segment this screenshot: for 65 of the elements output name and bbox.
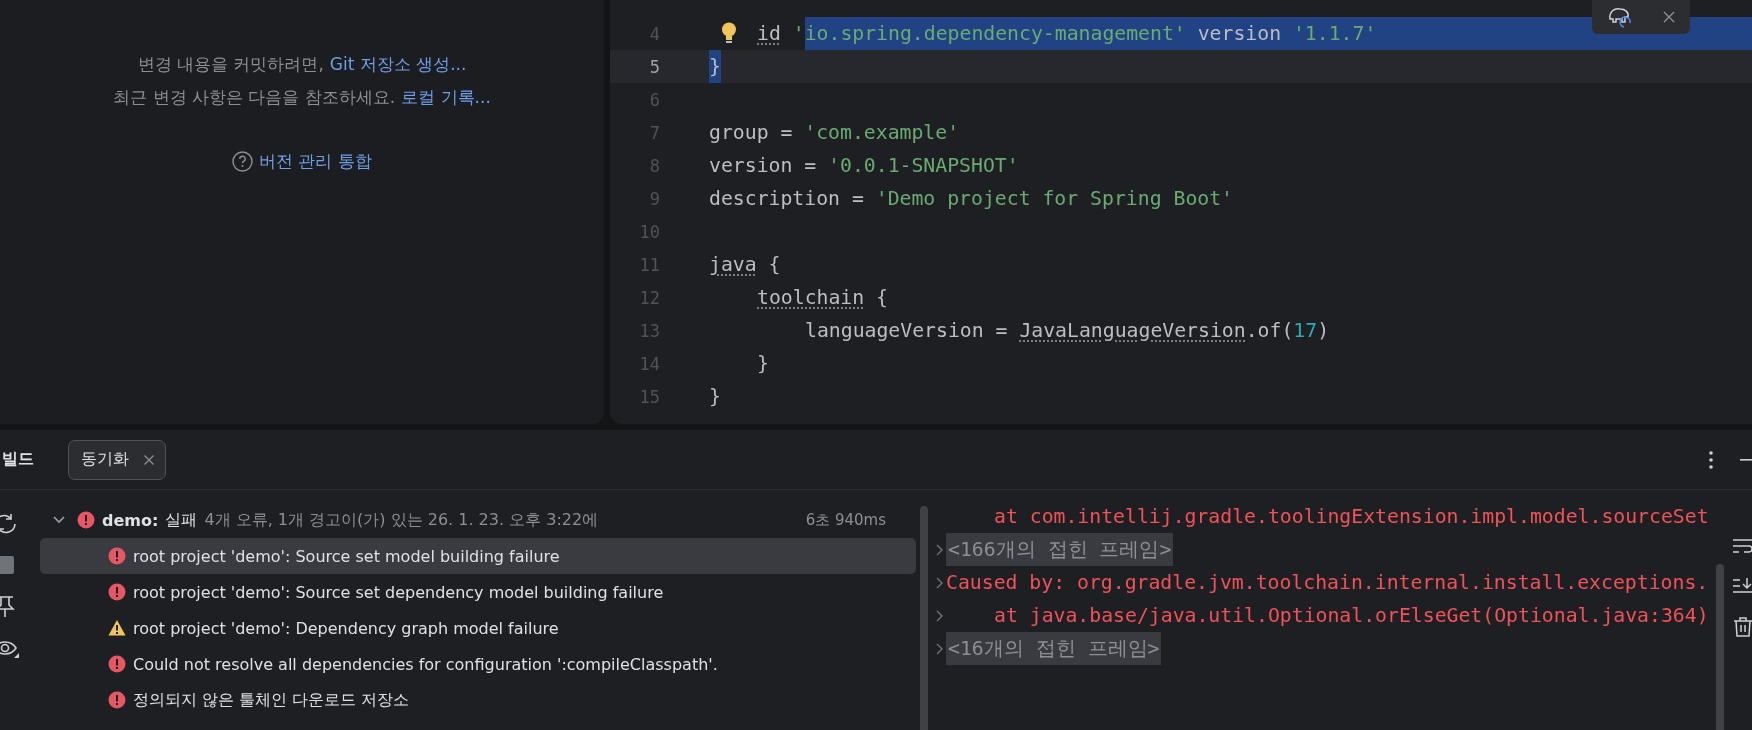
code-line: toolchain {: [756, 285, 889, 311]
code-line: version = '0.0.1-SNAPSHOT': [709, 153, 1020, 179]
line-number: 15: [638, 386, 660, 407]
panel-title: 빌드: [2, 449, 35, 470]
code-line: }: [709, 50, 1752, 83]
build-summary: 4개 오류, 1개 경고이(가) 있는 26. 1. 23. 오후 3:22에: [204, 509, 599, 531]
line-number: 10: [638, 221, 660, 242]
chevron-down-icon[interactable]: [52, 515, 66, 525]
error-icon: [108, 583, 126, 601]
error-icon: [77, 511, 95, 529]
project-name: demo:: [102, 510, 159, 530]
info-text: 최근 변경 사항은 다음을 참조하세요.: [113, 86, 396, 109]
line-number: 9: [648, 188, 660, 209]
wrap-icon[interactable]: [1732, 536, 1752, 556]
line-number: 13: [638, 320, 660, 341]
help-icon: [232, 151, 254, 172]
scrollbar[interactable]: [920, 506, 928, 730]
tree-row[interactable]: root project 'demo': Dependency graph model failure: [40, 610, 916, 646]
tree-row[interactable]: root project 'demo': Source set dependency model building failure: [40, 574, 916, 610]
tree-row[interactable]: Could not resolve all dependencies for configuration ':compileClasspath'.: [40, 646, 916, 682]
console-line: at com.intellij.gradle.toolingExtension.impl.model.sourceSet: [994, 505, 1709, 528]
line-number: 4: [648, 23, 660, 44]
help-link[interactable]: 버전 관리 통합: [259, 150, 372, 173]
warning-icon: [108, 619, 126, 637]
scrollbar[interactable]: [1716, 564, 1724, 730]
line-number: 14: [638, 353, 660, 374]
line-number: 8: [648, 155, 660, 176]
error-icon: [108, 547, 126, 565]
message-text: root project 'demo': Dependency graph model failure: [133, 618, 559, 638]
elephant-refresh-icon[interactable]: [1606, 5, 1633, 29]
code-line: }: [709, 384, 722, 410]
message-text: root project 'demo': Source set model building failure: [133, 546, 560, 566]
console-line: Caused by: org.gradle.jvm.toolchain.internal.install.exceptions.: [946, 571, 1709, 594]
build-status: 실패: [165, 509, 198, 531]
code-line: java {: [709, 252, 782, 278]
line-number: 6: [648, 89, 660, 110]
tree-row[interactable]: 정의되지 않은 툴체인 다운로드 저장소: [40, 682, 916, 718]
line-number: 11: [638, 254, 660, 275]
tree-row[interactable]: demo: 실패 4개 오류, 1개 경고이(가) 있는 26. 1. 23. 오후 3:22에 6초 940ms: [40, 502, 916, 538]
lightbulb-icon[interactable]: [721, 22, 737, 44]
line-number: 12: [638, 287, 660, 308]
code-line: }: [756, 351, 770, 377]
build-duration: 6초 940ms: [805, 510, 886, 530]
message-text: Could not resolve all dependencies for configuration ':compileClasspath'.: [133, 654, 718, 674]
more-options-icon[interactable]: [1708, 449, 1714, 470]
tree-row[interactable]: root project 'demo': Source set model building failure: [40, 538, 916, 574]
message-text: root project 'demo': Source set dependency model building failure: [133, 582, 664, 602]
message-text: 정의되지 않은 툴체인 다운로드 저장소: [133, 689, 410, 711]
minimize-icon[interactable]: [1740, 457, 1752, 462]
tab[interactable]: 동기화: [68, 439, 166, 480]
error-icon: [108, 691, 126, 709]
close-icon[interactable]: [143, 453, 155, 466]
code-line: group = 'com.example': [709, 120, 961, 146]
code-line: languageVersion = JavaLanguageVersion.of(17): [804, 318, 1331, 344]
line-number: 5: [648, 56, 660, 77]
info-text: 변경 내용을 커밋하려면,: [137, 53, 324, 76]
trash-icon[interactable]: [1732, 616, 1752, 638]
link[interactable]: Git 저장소 생성...: [329, 48, 467, 81]
console-line: at java.base/java.util.Optional.orElseGet(Optional.java:364): [994, 604, 1709, 627]
error-icon: [108, 655, 126, 673]
scroll-to-end-icon[interactable]: [1732, 576, 1752, 596]
code-line: description = 'Demo project for Spring Boot': [709, 186, 1234, 212]
close-icon[interactable]: [1661, 10, 1676, 24]
link[interactable]: 로컬 기록...: [401, 81, 491, 114]
line-number: 7: [648, 122, 660, 143]
